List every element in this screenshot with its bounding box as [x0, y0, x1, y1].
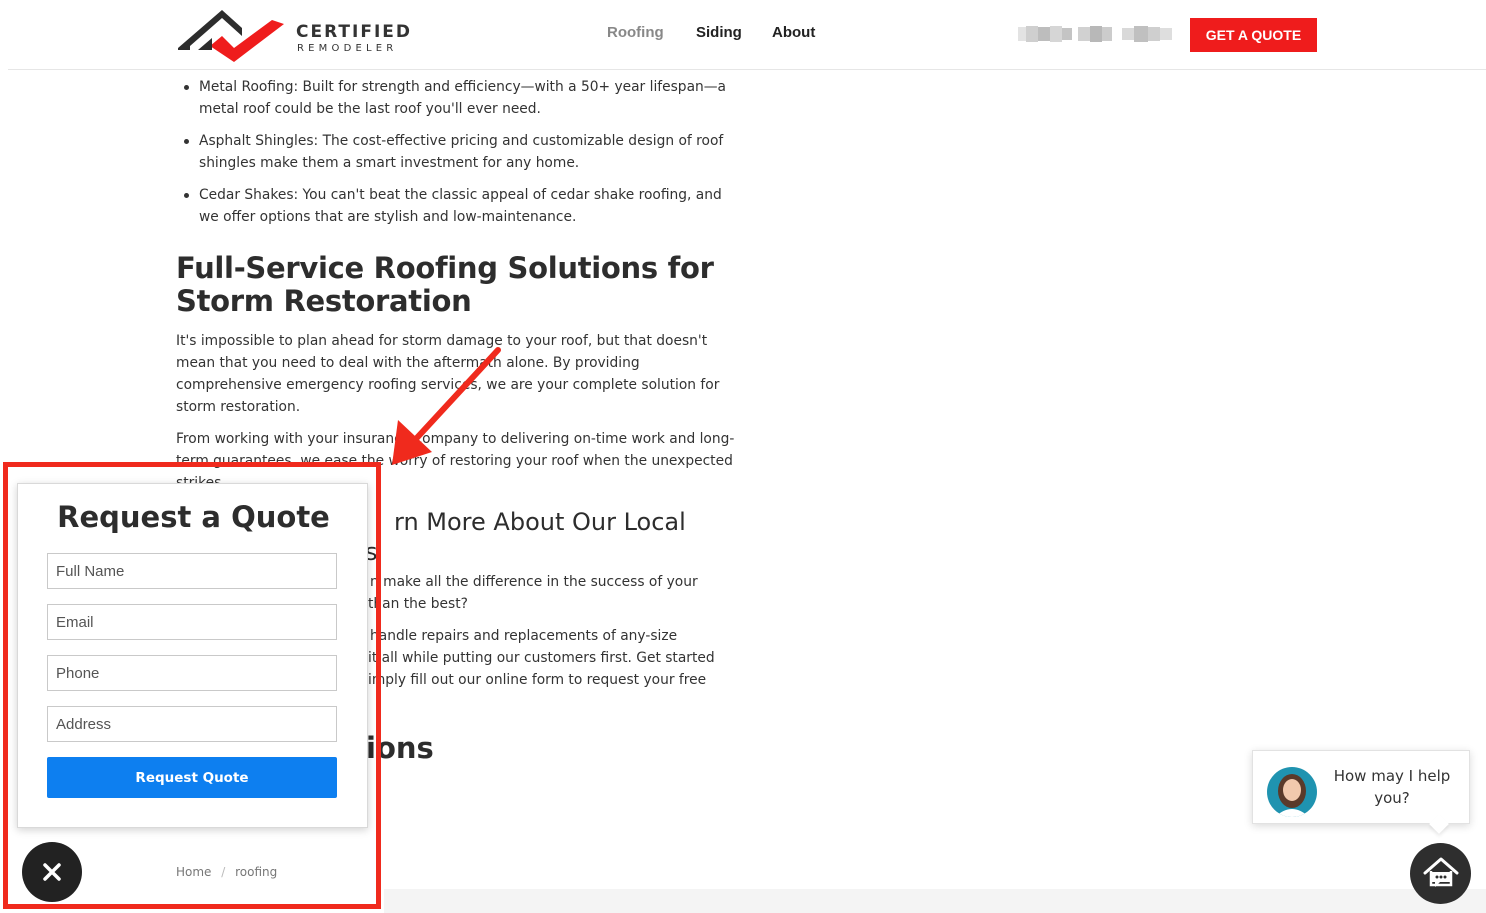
breadcrumb-separator: / — [221, 865, 226, 879]
breadcrumb-home[interactable]: Home — [176, 865, 211, 879]
section-heading-partial: rn More About Our Local — [394, 508, 686, 536]
close-icon — [43, 863, 61, 881]
chat-greeting-bubble[interactable]: How may I help you? — [1252, 750, 1470, 824]
full-name-field[interactable] — [47, 553, 337, 589]
site-header: CERTIFIED REMODELER Roofing Siding About… — [0, 0, 1486, 70]
footer-band — [384, 889, 1486, 913]
chat-message: How may I help you? — [1333, 767, 1451, 807]
popup-title: Request a Quote — [57, 500, 330, 534]
paragraph-fragment: it all while putting our customers first… — [368, 650, 715, 666]
nav-roofing[interactable]: Roofing — [607, 24, 664, 41]
header-divider — [8, 69, 1486, 70]
close-popup-button[interactable] — [22, 842, 82, 902]
paragraph-fragment: than the best? — [368, 596, 468, 612]
logo-icon — [178, 10, 284, 62]
list-item: Cedar Shakes: You can't beat the classic… — [176, 184, 736, 228]
roofing-types-list: Metal Roofing: Built for strength and ef… — [176, 76, 736, 228]
list-item: Asphalt Shingles: The cost-effective pri… — [176, 130, 736, 174]
chat-agent-avatar — [1267, 767, 1317, 817]
email-field[interactable] — [47, 604, 337, 640]
logo-subtext: REMODELER — [297, 43, 398, 54]
get-a-quote-button[interactable]: GET A QUOTE — [1190, 18, 1317, 52]
request-quote-button[interactable]: Request Quote — [47, 757, 337, 798]
list-item: Metal Roofing: Built for strength and ef… — [176, 76, 736, 120]
paragraph-fragment: n make all the difference in the success… — [370, 574, 698, 590]
paragraph: It's impossible to plan ahead for storm … — [176, 333, 720, 415]
paragraph-fragment: handle repairs and replacements of any-s… — [370, 628, 678, 644]
chat-launcher-button[interactable] — [1410, 843, 1471, 904]
phone-field[interactable] — [47, 655, 337, 691]
nav-siding[interactable]: Siding — [696, 24, 742, 41]
chat-house-icon — [1423, 857, 1458, 887]
breadcrumb-current: roofing — [235, 865, 278, 879]
breadcrumb: Home / roofing — [176, 865, 283, 879]
logo-wordmark: CERTIFIED — [296, 22, 412, 42]
section-heading: Full-Service Roofing Solutions for Storm… — [176, 251, 714, 318]
request-quote-popup: Request a Quote Request Quote — [17, 483, 368, 828]
section-heading-partial: ions — [366, 731, 434, 765]
phone-number-blurred[interactable] — [1018, 24, 1172, 44]
main-content: Metal Roofing: Built for strength and ef… — [176, 76, 736, 504]
paragraph-fragment: imply fill out our online form to reques… — [368, 672, 707, 688]
address-field[interactable] — [47, 706, 337, 742]
nav-about[interactable]: About — [772, 24, 815, 41]
logo[interactable]: CERTIFIED REMODELER — [176, 6, 410, 64]
